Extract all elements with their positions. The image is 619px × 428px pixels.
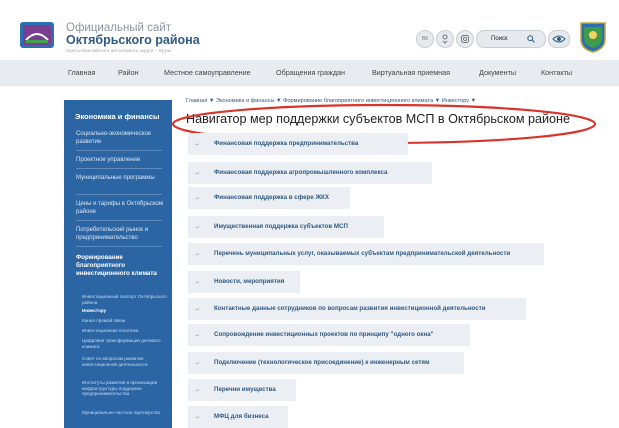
nav-item-district[interactable]: Район	[118, 60, 139, 86]
support-link-label: Перечень муниципальных услуг, оказываемы…	[214, 250, 511, 257]
sidebar: Экономика и финансы Социально-экономичес…	[64, 100, 172, 428]
arrow-right-icon: →	[194, 332, 200, 338]
support-link-mfc-business[interactable]: → МФЦ для бизнеса	[188, 406, 288, 428]
support-link-label: Новости, мероприятия	[214, 278, 285, 285]
nav-item-contacts[interactable]: Контакты	[541, 60, 572, 86]
sidebar-subitem-development-institutions[interactable]: Институты развития и организации инфраст…	[82, 380, 168, 397]
support-link-label: Имущественная поддержка субъектов МСП	[214, 223, 348, 230]
support-link-one-window[interactable]: → Сопровождение инвестиционных проектов …	[188, 324, 470, 346]
sidebar-subitem-municipal-private-partnership[interactable]: Муниципально-частное партнерство	[82, 410, 168, 416]
region-emblem-icon[interactable]	[579, 19, 607, 53]
support-link-municipal-services[interactable]: → Перечень муниципальных услуг, оказывае…	[188, 243, 544, 265]
arrow-right-icon: →	[194, 360, 200, 366]
support-link-label: Финансовая поддержка агропромышленного к…	[214, 169, 388, 176]
site-subtitle: Ханты-Мансийского автономного округа – Ю…	[66, 48, 172, 53]
nav-item-virtual-reception[interactable]: Виртуальная приемная	[372, 60, 450, 86]
support-link-property-lists[interactable]: → Перечни имущества	[188, 379, 296, 401]
accessibility-eye-button[interactable]	[548, 30, 570, 48]
sidebar-divider	[76, 150, 162, 151]
district-logo-icon[interactable]	[20, 22, 54, 48]
search-icon[interactable]	[527, 35, 535, 43]
sidebar-item-municipal-programs[interactable]: Муниципальные программы	[76, 174, 168, 182]
instagram-icon[interactable]	[456, 30, 474, 48]
eye-icon	[552, 35, 566, 43]
arrow-right-icon: →	[194, 414, 200, 420]
support-link-news-events[interactable]: → Новости, мероприятия	[188, 271, 300, 293]
search-label: Поиск	[491, 36, 508, 42]
sidebar-subitem-investment-passport[interactable]: Инвестиционный паспорт Октябрьского райо…	[82, 294, 168, 305]
nav-item-citizen-appeals[interactable]: Обращения граждан	[276, 60, 345, 86]
arrow-right-icon: →	[194, 195, 200, 201]
sidebar-divider	[76, 168, 162, 169]
support-link-utility-connection[interactable]: → Подключение (технологическое присоедин…	[188, 352, 464, 374]
support-link-financial-agro[interactable]: → Финансовая поддержка агропромышленного…	[188, 162, 432, 184]
nav-item-home[interactable]: Главная	[68, 60, 95, 86]
site-title-line2[interactable]: Октябрьского района	[66, 34, 200, 47]
support-link-financial-housing[interactable]: → Финансовая поддержка в сфере ЖКХ	[188, 187, 350, 209]
site-header: Официальный сайт Октябрьского района Хан…	[0, 0, 619, 60]
arrow-right-icon: →	[194, 306, 200, 312]
arrow-right-icon: →	[194, 251, 200, 257]
ok-icon[interactable]	[436, 30, 454, 48]
sidebar-divider	[76, 194, 162, 195]
sidebar-subitem-direct-channel[interactable]: Канал прямой связи	[82, 318, 168, 324]
arrow-right-icon: →	[194, 170, 200, 176]
support-link-property-support[interactable]: → Имущественная поддержка субъектов МСП	[188, 216, 384, 238]
support-link-label: МФЦ для бизнеса	[214, 413, 269, 420]
sidebar-subitem-digital-transformation[interactable]: Цифровая трансформация делового климата	[82, 338, 168, 349]
support-link-financial-entrepreneurship[interactable]: → Финансовая поддержка предпринимательст…	[188, 133, 408, 155]
vk-icon[interactable]: ВК	[416, 30, 434, 48]
sidebar-section-investment-climate[interactable]: Формирование благоприятного инвестиционн…	[76, 254, 168, 278]
support-link-label: Финансовая поддержка в сфере ЖКХ	[214, 194, 329, 201]
sidebar-divider	[76, 220, 162, 221]
support-link-staff-contacts[interactable]: → Контактные данные сотрудников по вопро…	[188, 298, 526, 320]
sidebar-heading[interactable]: Экономика и финансы	[75, 112, 159, 121]
support-link-label: Контактные данные сотрудников по вопроса…	[214, 305, 486, 312]
support-link-label: Финансовая поддержка предпринимательства	[214, 140, 359, 147]
sidebar-subitem-investment-policy[interactable]: Инвестиционная политика	[82, 328, 168, 334]
nav-item-documents[interactable]: Документы	[479, 60, 516, 86]
arrow-right-icon: →	[194, 279, 200, 285]
support-link-label: Перечни имущества	[214, 386, 276, 393]
sidebar-subitem-investment-council[interactable]: Совет по вопросам развития инвестиционно…	[82, 356, 168, 367]
sidebar-item-consumer-market[interactable]: Потребительский рынок и предпринимательс…	[76, 226, 168, 242]
sidebar-item-prices-tariffs[interactable]: Цены и тарифы в Октябрьском районе	[76, 200, 168, 216]
sidebar-item-socio-economic[interactable]: Социально-экономическое развитие	[76, 130, 168, 146]
main-navigation: Главная Район Местное самоуправление Обр…	[0, 60, 619, 86]
sidebar-item-project-management[interactable]: Проектное управление	[76, 156, 168, 164]
search-box[interactable]: Поиск	[476, 30, 546, 48]
arrow-right-icon: →	[194, 387, 200, 393]
arrow-right-icon: →	[194, 141, 200, 147]
support-link-label: Сопровождение инвестиционных проектов по…	[214, 331, 434, 338]
sidebar-divider	[76, 246, 162, 247]
nav-item-local-government[interactable]: Местное самоуправление	[164, 60, 251, 86]
support-link-label: Подключение (технологическое присоединен…	[214, 359, 430, 366]
arrow-right-icon: →	[194, 224, 200, 230]
sidebar-subitem-investor-active[interactable]: Инвестору	[82, 308, 168, 314]
